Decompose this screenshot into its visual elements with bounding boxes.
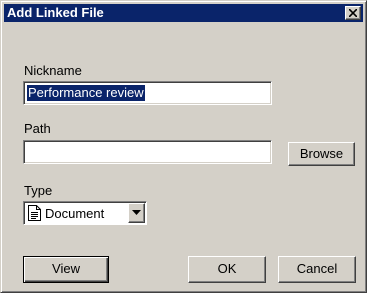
view-button[interactable]: View	[23, 256, 109, 283]
nickname-input[interactable]: Performance review	[23, 81, 272, 105]
path-label: Path	[24, 121, 51, 136]
type-label: Type	[24, 183, 53, 198]
document-icon	[28, 205, 41, 221]
cancel-button-label: Cancel	[296, 261, 338, 276]
nickname-selected-text: Performance review	[27, 85, 145, 101]
cancel-button[interactable]: Cancel	[278, 256, 356, 283]
type-select[interactable]: Document	[23, 201, 147, 225]
close-x-icon	[349, 9, 357, 17]
ok-button[interactable]: OK	[188, 256, 266, 283]
type-dropdown-button[interactable]	[128, 203, 145, 223]
close-button[interactable]	[345, 6, 361, 20]
browse-button[interactable]: Browse	[288, 142, 355, 166]
add-linked-file-dialog: Add Linked File Nickname Performance rev…	[0, 0, 367, 293]
path-input[interactable]	[23, 140, 272, 164]
dialog-title: Add Linked File	[7, 5, 104, 20]
chevron-down-icon	[132, 210, 141, 215]
ok-button-label: OK	[217, 261, 237, 276]
view-button-label: View	[52, 261, 80, 276]
type-selected-value: Document	[45, 206, 105, 221]
browse-button-label: Browse	[299, 146, 344, 161]
nickname-label: Nickname	[24, 63, 82, 78]
title-bar[interactable]: Add Linked File	[4, 4, 363, 22]
